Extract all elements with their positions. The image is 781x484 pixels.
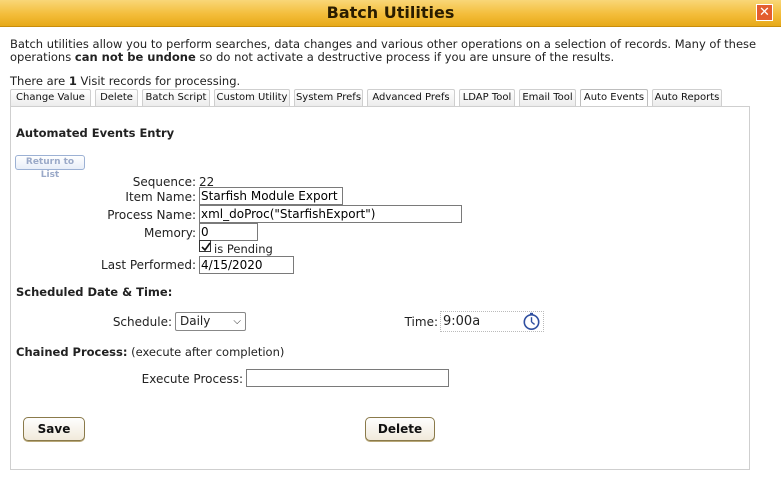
tab-auto-reports[interactable]: Auto Reports (652, 89, 722, 106)
return-to-list-button[interactable]: Return to List (15, 155, 85, 180)
process-name-input[interactable]: xml_doProc("StarfishExport") (199, 205, 462, 223)
title-bar: Batch Utilities ✕ (0, 0, 781, 27)
item-name-input[interactable]: Starfish Module Export (199, 187, 343, 205)
process-name-label: Process Name: (107, 208, 196, 222)
tab-ldap-tool[interactable]: LDAP Tool (459, 89, 515, 106)
checkmark-icon (201, 242, 211, 252)
time-label: Time: (404, 315, 438, 329)
section-heading: Automated Events Entry (16, 126, 175, 140)
schedule-select[interactable]: Daily ⌵ (175, 312, 246, 331)
count-number: 1 (68, 74, 77, 88)
item-name-label: Item Name: (125, 190, 196, 204)
sequence-label: Sequence: (132, 175, 196, 189)
intro-bold: can not be undone (74, 50, 196, 64)
clock-icon[interactable] (522, 312, 541, 331)
memory-input[interactable]: 0 (199, 223, 258, 241)
save-button[interactable]: Save (23, 417, 85, 441)
close-icon[interactable]: ✕ (756, 4, 773, 21)
execute-process-label: Execute Process: (141, 372, 243, 386)
chevron-down-icon: ⌵ (233, 316, 241, 327)
tab-delete[interactable]: Delete (95, 89, 138, 106)
execute-process-input[interactable] (246, 369, 449, 387)
schedule-label: Schedule: (112, 315, 172, 329)
is-pending-checkbox[interactable] (199, 240, 211, 252)
tab-batch-script[interactable]: Batch Script (142, 89, 210, 106)
schedule-heading: Scheduled Date & Time: (16, 285, 173, 299)
tab-change-value[interactable]: Change Value (10, 89, 91, 106)
intro-part2: so do not activate a destructive process… (195, 50, 615, 64)
tab-email-tool[interactable]: Email Tool (519, 89, 576, 106)
intro-text: Batch utilities allow you to perform sea… (10, 38, 772, 64)
count-prefix: There are (10, 74, 69, 88)
chained-heading: Chained Process: (16, 345, 128, 359)
last-performed-label: Last Performed: (101, 258, 196, 272)
window-title: Batch Utilities (326, 3, 455, 22)
memory-label: Memory: (144, 226, 196, 240)
tab-custom-utility[interactable]: Custom Utility (214, 89, 290, 106)
delete-button[interactable]: Delete (365, 417, 435, 441)
tab-advanced-prefs[interactable]: Advanced Prefs (367, 89, 455, 106)
tab-system-prefs[interactable]: System Prefs (294, 89, 363, 106)
last-performed-input[interactable]: 4/15/2020 (199, 256, 294, 274)
count-suffix: Visit records for processing. (76, 74, 241, 88)
schedule-select-value: Daily (180, 314, 211, 328)
is-pending-label: is Pending (214, 242, 273, 256)
record-count: There are 1 Visit records for processing… (10, 74, 240, 88)
chained-note: (execute after completion) (131, 345, 285, 359)
chained-process-row: Chained Process: (execute after completi… (16, 345, 284, 359)
